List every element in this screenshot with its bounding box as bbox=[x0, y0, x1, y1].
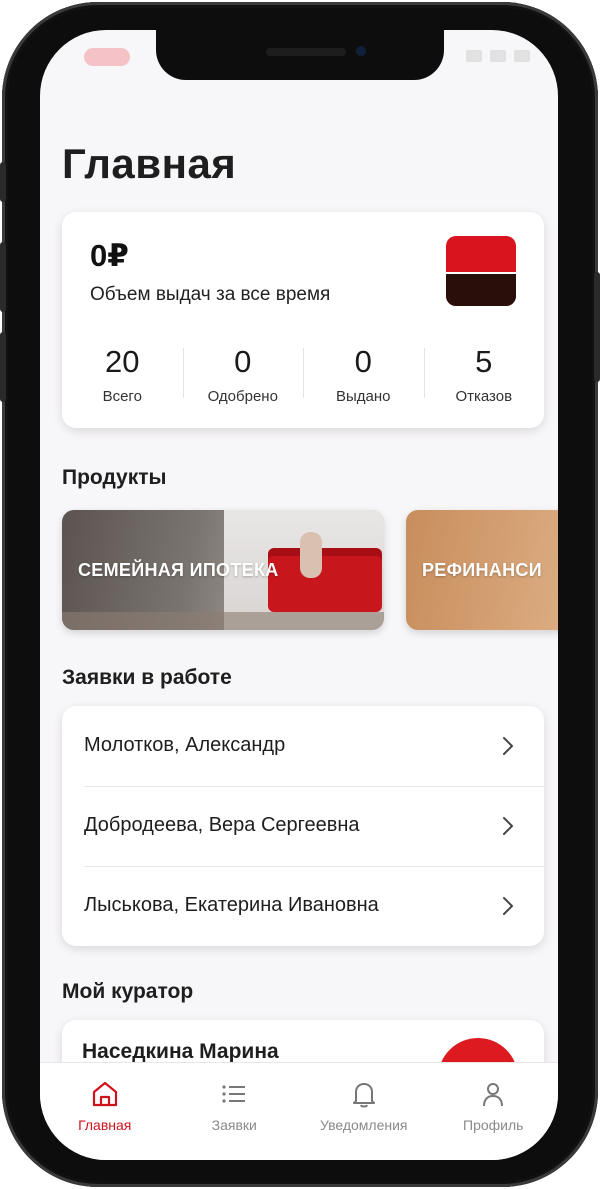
tab-label: Заявки bbox=[211, 1117, 257, 1133]
chevron-right-icon bbox=[503, 897, 513, 915]
stat-label: Отказов bbox=[455, 388, 513, 405]
stat-total: 20 Всего bbox=[62, 342, 183, 412]
request-name: Лыськова, Екатерина Ивановна bbox=[84, 894, 379, 916]
stat-value: 0 bbox=[234, 344, 252, 379]
tab-profile[interactable]: Профиль bbox=[429, 1063, 559, 1160]
stat-label: Всего bbox=[102, 388, 142, 405]
total-amount-caption: Объем выдач за все время bbox=[90, 284, 331, 305]
products-section-title: Продукты bbox=[62, 466, 167, 489]
requests-list: Молотков, Александр Добродеева, Вера Сер… bbox=[62, 706, 544, 946]
stats-card: 0₽ Объем выдач за все время 20 Всего 0 О… bbox=[62, 212, 544, 428]
stats-row: 20 Всего 0 Одобрено 0 Выдано 5 Отказов bbox=[62, 342, 544, 412]
requests-section-title: Заявки в работе bbox=[62, 666, 232, 689]
product-image-sofa bbox=[268, 556, 382, 612]
tab-notifications[interactable]: Уведомления bbox=[299, 1063, 429, 1160]
request-name: Добродеева, Вера Сергеевна bbox=[84, 814, 360, 836]
product-image-person bbox=[300, 532, 322, 578]
product-card-label: СЕМЕЙНАЯ ИПОТЕКА bbox=[78, 560, 279, 580]
tab-label: Главная bbox=[78, 1117, 132, 1133]
volume-up-button bbox=[0, 242, 6, 312]
chevron-right-icon bbox=[503, 817, 513, 835]
list-item[interactable]: Лыськова, Екатерина Ивановна bbox=[62, 866, 544, 946]
speaker bbox=[266, 48, 346, 56]
product-card-refinancing[interactable]: РЕФИНАНСИ bbox=[406, 510, 558, 630]
notch bbox=[156, 30, 444, 80]
bank-logo bbox=[446, 236, 516, 306]
stat-label: Выдано bbox=[335, 388, 391, 405]
request-name: Молотков, Александр bbox=[84, 734, 286, 756]
home-icon bbox=[92, 1081, 117, 1107]
chevron-right-icon bbox=[503, 737, 513, 755]
tab-home[interactable]: Главная bbox=[40, 1063, 170, 1160]
page-title: Главная bbox=[62, 140, 237, 187]
volume-down-button bbox=[0, 332, 6, 402]
stat-value: 20 bbox=[105, 344, 140, 379]
list-item[interactable]: Молотков, Александр bbox=[62, 706, 544, 786]
product-card-label: РЕФИНАНСИ bbox=[422, 560, 542, 580]
avatar bbox=[438, 1038, 518, 1062]
stat-approved: 0 Одобрено bbox=[182, 342, 304, 412]
product-card-family-mortgage[interactable]: СЕМЕЙНАЯ ИПОТЕКА bbox=[62, 510, 384, 630]
curator-section-title: Мой куратор bbox=[62, 980, 194, 1003]
main-content[interactable]: Главная 0₽ Объем выдач за все время 20 В… bbox=[40, 30, 558, 1062]
list-item[interactable]: Добродеева, Вера Сергеевна bbox=[62, 786, 544, 866]
stat-rejected: 5 Отказов bbox=[423, 342, 545, 412]
phone-frame: Главная 0₽ Объем выдач за все время 20 В… bbox=[0, 2, 600, 1187]
tab-requests[interactable]: Заявки bbox=[170, 1063, 300, 1160]
list-icon bbox=[222, 1085, 246, 1103]
bell-icon bbox=[352, 1083, 375, 1108]
mute-switch bbox=[0, 162, 6, 202]
user-icon bbox=[483, 1083, 504, 1107]
stat-value: 0 bbox=[354, 344, 372, 379]
product-image-floor bbox=[62, 612, 384, 630]
power-button bbox=[594, 272, 600, 382]
front-camera bbox=[356, 46, 366, 56]
curator-name: Наседкина Марина bbox=[82, 1040, 279, 1062]
stat-label: Одобрено bbox=[207, 388, 278, 405]
tab-label: Уведомления bbox=[319, 1117, 408, 1133]
products-carousel[interactable]: СЕМЕЙНАЯ ИПОТЕКА РЕФИНАНСИ bbox=[62, 510, 558, 632]
stat-value: 5 bbox=[475, 344, 493, 379]
phone-screen: Главная 0₽ Объем выдач за все время 20 В… bbox=[40, 30, 558, 1160]
stat-issued: 0 Выдано bbox=[303, 342, 424, 412]
total-amount: 0₽ bbox=[90, 238, 129, 273]
tab-bar: Главная Заявки Уведомления Профиль bbox=[40, 1062, 558, 1160]
curator-card[interactable]: Наседкина Марина bbox=[62, 1020, 544, 1062]
tab-label: Профиль bbox=[463, 1117, 524, 1133]
